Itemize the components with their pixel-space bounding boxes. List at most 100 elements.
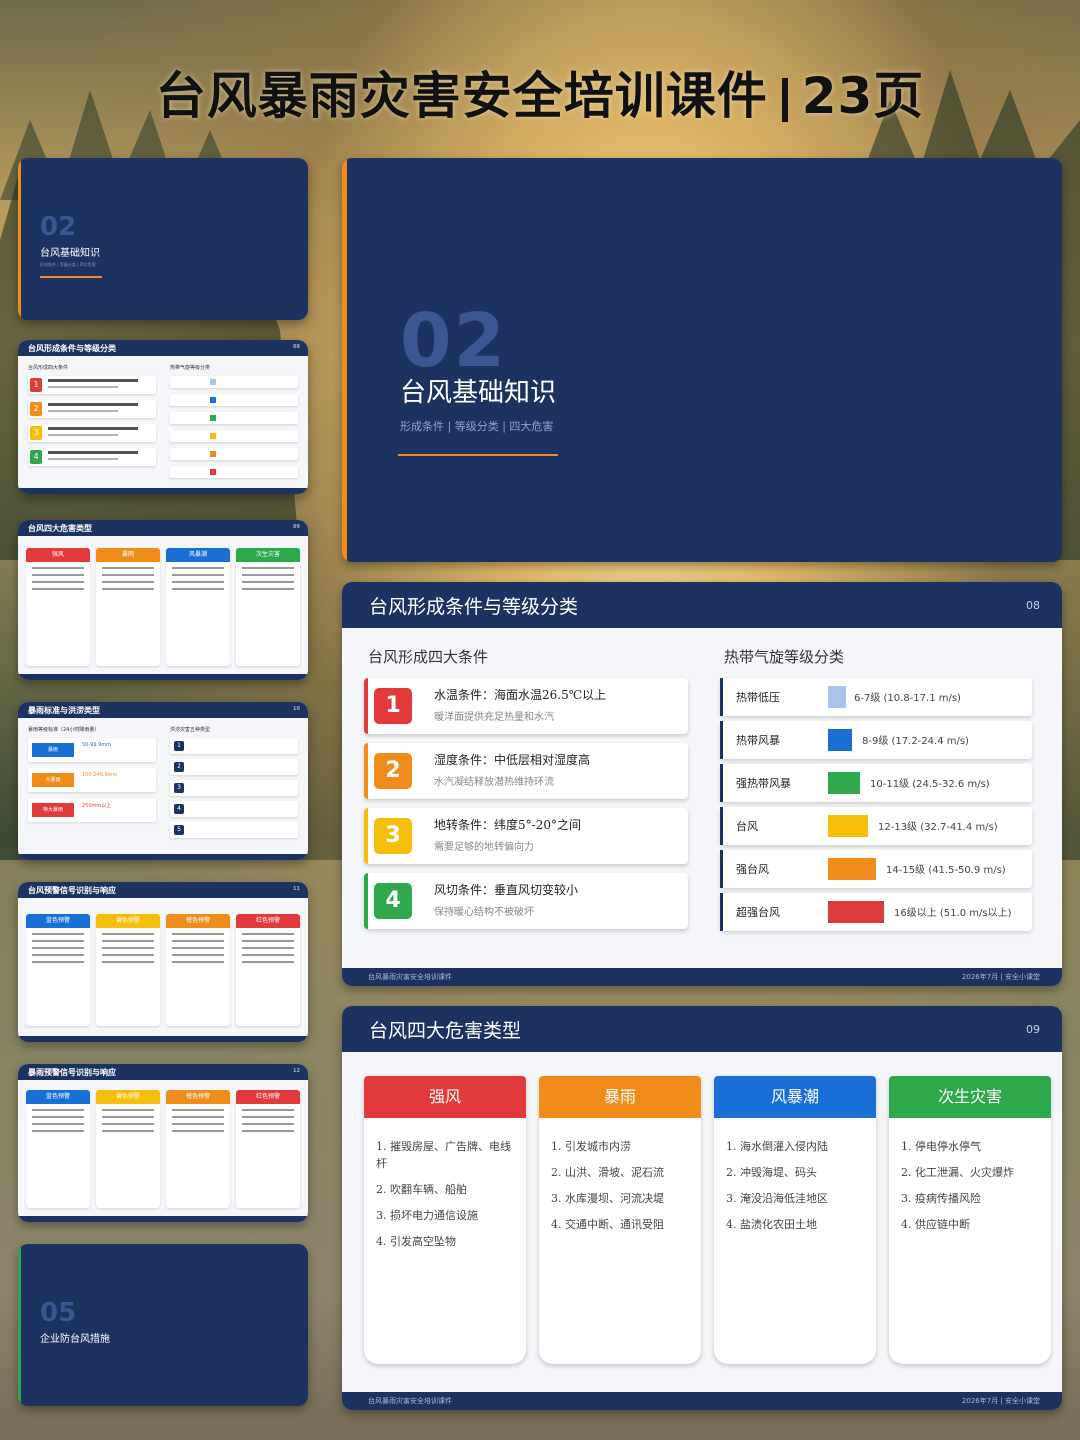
thumb-header: 台风形成条件与等级分类 08 <box>18 340 308 356</box>
conditions-heading: 台风形成四大条件 <box>368 648 489 666</box>
mini-rain-level: 特大暴雨 250mm以上 <box>28 798 156 822</box>
section-subtitle: 形成条件 | 等级分类 | 四大危害 <box>400 420 554 433</box>
thumb-header: 台风四大危害类型 09 <box>18 520 308 536</box>
thumbnail-slide-08[interactable]: 台风形成条件与等级分类 08 台风形成四大条件 热带气旋等级分类 1 2 3 4 <box>18 340 308 494</box>
accent-bar <box>342 158 347 562</box>
thumbnail-slide-10[interactable]: 暴雨标准与洪涝类型 10 暴雨等级标准（24小时降雨量） 洪涝灾害五种类型 暴雨… <box>18 702 308 860</box>
hazard-card-storm-surge: 风暴潮 1. 海水倒灌入侵内陆 2. 冲毁海堤、码头 3. 淹没沿海低洼地区 4… <box>714 1076 876 1364</box>
hazard-card-wind: 强风 1. 摧毁房屋、广告牌、电线杆 2. 吹翻车辆、船舶 3. 损坏电力通信设… <box>364 1076 526 1364</box>
slide-header: 台风四大危害类型 09 <box>342 1006 1062 1052</box>
mini-warning-card: 红色预警 <box>236 914 300 1026</box>
thumb-footer <box>18 1036 308 1042</box>
section-divider <box>398 454 558 456</box>
thumb-page-number: 12 <box>293 1068 300 1074</box>
mini-warning-card: 蓝色预警 <box>26 914 90 1026</box>
mini-warning-card: 红色预警 <box>236 1090 300 1208</box>
section-divider <box>40 276 102 278</box>
condition-card: 3 地转条件：纬度5°-20°之间 需要足够的地转偏向力 <box>364 808 688 864</box>
section-subtitle: 形成条件 | 等级分类 | 四大危害 <box>40 262 96 267</box>
footer-right: 2026年7月 | 安全小课堂 <box>961 1397 1040 1405</box>
mini-warning-card: 橙色预警 <box>166 1090 230 1208</box>
mini-condition: 1 <box>28 376 156 394</box>
mini-level <box>170 412 298 424</box>
thumb-footer <box>18 854 308 860</box>
section-name: 企业防台风措施 <box>40 1334 110 1345</box>
slide-page-number: 08 <box>1026 599 1040 612</box>
level-row: 强热带风暴 10-11级 (24.5-32.6 m/s) <box>720 764 1032 802</box>
thumb-header: 暴雨预警信号识别与响应 12 <box>18 1064 308 1080</box>
level-row: 热带低压 6-7级 (10.8-17.1 m/s) <box>720 678 1032 716</box>
level-row: 台风 12-13级 (32.7-41.4 m/s) <box>720 807 1032 845</box>
slide-page-number: 09 <box>1026 1023 1040 1036</box>
mini-level <box>170 448 298 460</box>
mini-flood-type: 2 <box>170 759 298 775</box>
mini-hazard-card: 风暴潮 <box>166 548 230 666</box>
thumbnail-section-05[interactable]: 05 企业防台风措施 <box>18 1244 308 1406</box>
mini-rain-level: 大暴雨 100-249.9mm <box>28 768 156 792</box>
slide-footer: 台风暴雨灾害安全培训课件 2026年7月 | 安全小课堂 <box>342 1392 1062 1410</box>
mini-hazard-card: 次生灾害 <box>236 548 300 666</box>
mini-level <box>170 394 298 406</box>
thumb-title: 暴雨预警信号识别与响应 <box>28 1068 116 1077</box>
mini-warning-card: 蓝色预警 <box>26 1090 90 1208</box>
thumb-page-number: 10 <box>293 706 300 712</box>
slide-footer: 台风暴雨灾害安全培训课件 2026年7月 | 安全小课堂 <box>342 968 1062 986</box>
thumbnail-slide-12[interactable]: 暴雨预警信号识别与响应 12 蓝色预警 黄色预警 橙色预警 红色预警 <box>18 1064 308 1222</box>
section-number: 02 <box>40 212 77 242</box>
mini-level <box>170 430 298 442</box>
condition-card: 2 湿度条件：中低层相对湿度高 水汽凝结释放潜热维持环流 <box>364 743 688 799</box>
levels-heading: 热带气旋等级分类 <box>724 648 845 666</box>
page-title: 台风暴雨灾害安全培训课件 23页 <box>0 56 1080 128</box>
section-name: 台风基础知识 <box>40 248 100 259</box>
condition-card: 4 风切条件：垂直风切变较小 保持暖心结构不被破坏 <box>364 873 688 929</box>
thumb-page-number: 09 <box>293 524 300 530</box>
mini-warning-card: 黄色预警 <box>96 914 160 1026</box>
mini-warning-card: 橙色预警 <box>166 914 230 1026</box>
thumbnail-slide-11[interactable]: 台风预警信号识别与响应 11 蓝色预警 黄色预警 橙色预警 红色预警 <box>18 882 308 1042</box>
slide-08[interactable]: 台风形成条件与等级分类 08 台风形成四大条件 热带气旋等级分类 1 水温条件：… <box>342 582 1062 986</box>
footer-left: 台风暴雨灾害安全培训课件 <box>368 973 452 981</box>
slide-section-02[interactable]: 02 台风基础知识 形成条件 | 等级分类 | 四大危害 <box>342 158 1062 562</box>
thumb-page-number: 08 <box>293 344 300 350</box>
thumb-title: 台风预警信号识别与响应 <box>28 886 116 895</box>
slide-09[interactable]: 台风四大危害类型 09 强风 1. 摧毁房屋、广告牌、电线杆 2. 吹翻车辆、船… <box>342 1006 1062 1410</box>
hazard-card-secondary: 次生灾害 1. 停电停水停气 2. 化工泄漏、火灾爆炸 3. 疫病传播风险 4.… <box>889 1076 1051 1364</box>
thumb-header: 暴雨标准与洪涝类型 10 <box>18 702 308 718</box>
mini-flood-type: 4 <box>170 801 298 817</box>
mini-hazard-card: 暴雨 <box>96 548 160 666</box>
level-row: 强台风 14-15级 (41.5-50.9 m/s) <box>720 850 1032 888</box>
mini-condition: 4 <box>28 448 156 466</box>
thumb-left-heading: 台风形成四大条件 <box>28 365 69 371</box>
thumb-right-heading: 热带气旋等级分类 <box>170 365 211 371</box>
footer-right: 2026年7月 | 安全小课堂 <box>961 973 1040 981</box>
thumb-left-heading: 暴雨等级标准（24小时降雨量） <box>28 727 100 733</box>
footer-left: 台风暴雨灾害安全培训课件 <box>368 1397 452 1405</box>
thumb-page-number: 11 <box>293 886 300 892</box>
thumb-title: 台风形成条件与等级分类 <box>28 344 116 353</box>
mini-warning-card: 黄色预警 <box>96 1090 160 1208</box>
slide-title: 台风形成条件与等级分类 <box>369 596 579 618</box>
mini-condition: 3 <box>28 424 156 442</box>
thumbnail-slide-09[interactable]: 台风四大危害类型 09 强风 暴雨 风暴潮 次生灾害 <box>18 520 308 680</box>
mini-level <box>170 376 298 388</box>
thumb-footer <box>18 674 308 680</box>
thumb-title: 台风四大危害类型 <box>28 524 92 533</box>
mini-hazard-card: 强风 <box>26 548 90 666</box>
mini-level <box>170 466 298 478</box>
section-number: 05 <box>40 1298 77 1328</box>
hazard-card-rain: 暴雨 1. 引发城市内涝 2. 山洪、滑坡、泥石流 3. 水库漫坝、河流决堤 4… <box>539 1076 701 1364</box>
mini-condition: 2 <box>28 400 156 418</box>
condition-card: 1 水温条件：海面水温26.5℃以上 暖洋面提供充足热量和水汽 <box>364 678 688 734</box>
title-text: 台风暴雨灾害安全培训课件 <box>155 67 768 125</box>
slide-header: 台风形成条件与等级分类 08 <box>342 582 1062 628</box>
thumbnail-section-02[interactable]: 02 台风基础知识 形成条件 | 等级分类 | 四大危害 <box>18 158 308 320</box>
thumb-right-heading: 洪涝灾害五种类型 <box>170 727 211 733</box>
accent-bar <box>18 158 21 320</box>
mini-flood-type: 5 <box>170 822 298 838</box>
thumb-footer <box>18 488 308 494</box>
level-row: 热带风暴 8-9级 (17.2-24.4 m/s) <box>720 721 1032 759</box>
section-name: 台风基础知识 <box>400 378 557 408</box>
thumb-title: 暴雨标准与洪涝类型 <box>28 706 100 715</box>
title-page-count: 23页 <box>801 67 925 125</box>
mini-flood-type: 1 <box>170 738 298 754</box>
